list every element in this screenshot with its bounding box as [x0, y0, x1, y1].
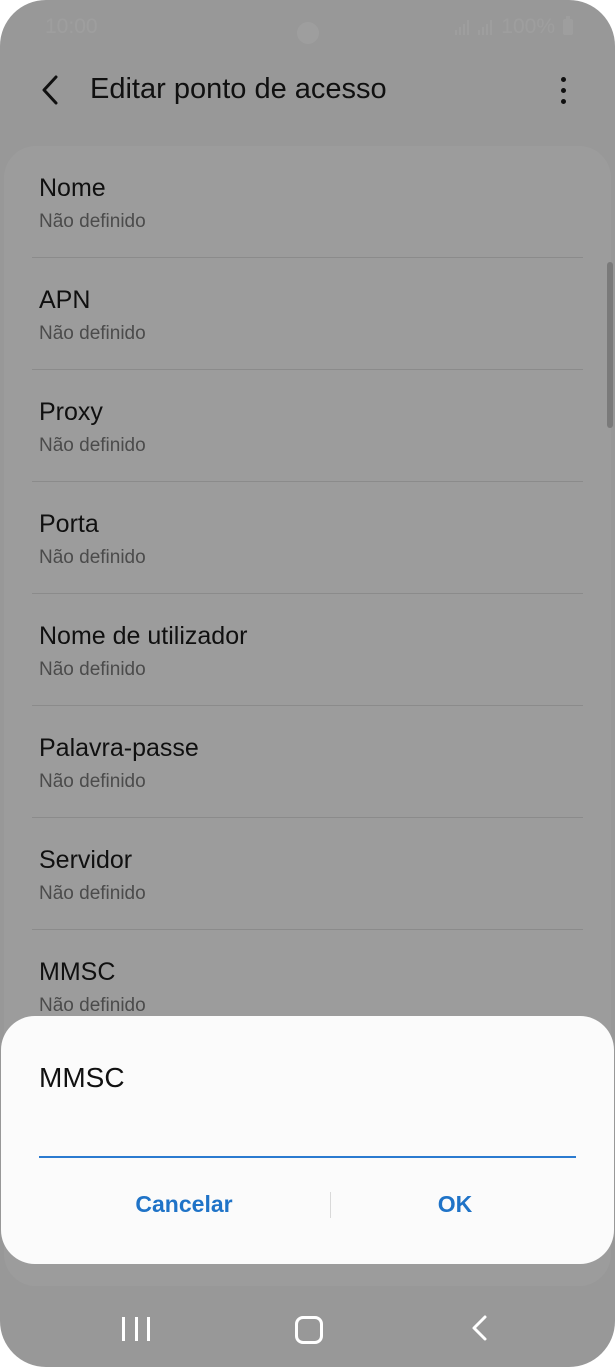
mmsc-input[interactable] — [39, 1124, 576, 1158]
navigation-bar — [0, 1290, 615, 1367]
mmsc-dialog: MMSC Cancelar OK — [1, 1016, 614, 1264]
phone-screen: 10:00 100% Editar ponto de acesso Nome N… — [0, 0, 615, 1367]
dialog-title: MMSC — [39, 1062, 125, 1093]
nav-back-button[interactable] — [468, 1312, 492, 1344]
recents-icon — [122, 1317, 125, 1341]
back-icon — [472, 1315, 487, 1341]
cancel-button[interactable]: Cancelar — [59, 1182, 309, 1226]
home-button[interactable] — [295, 1316, 323, 1344]
recents-button[interactable] — [122, 1317, 150, 1341]
ok-button[interactable]: OK — [330, 1182, 580, 1226]
